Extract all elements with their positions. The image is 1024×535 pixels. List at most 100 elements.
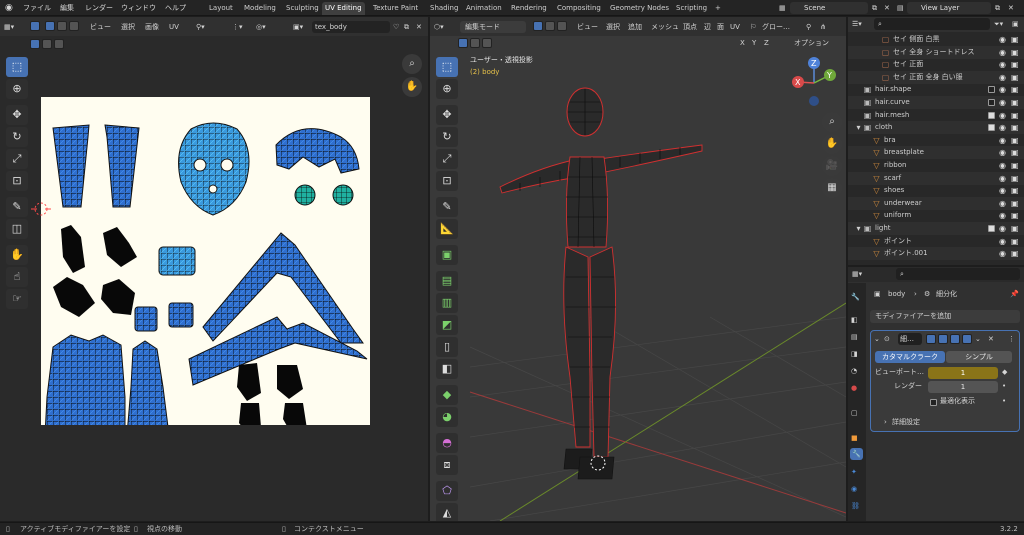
delete-view-layer-icon[interactable]: ✕ — [1008, 3, 1014, 14]
cage-toggle-icon[interactable] — [938, 334, 948, 344]
visibility-eye-icon[interactable]: ◉ — [999, 35, 1008, 44]
uv-texture-canvas[interactable] — [41, 97, 370, 425]
keyframe-dot-icon-2[interactable]: • — [1002, 395, 1006, 407]
edit-mode-toggle-icon[interactable] — [926, 334, 936, 344]
view-layer-tab-icon[interactable]: ◨ — [851, 348, 858, 360]
annotate-tool-icon[interactable]: ✎ — [6, 197, 28, 217]
render-camera-icon[interactable]: ▣ — [1011, 186, 1020, 195]
advanced-expand-icon[interactable]: › — [884, 416, 887, 428]
viewport-toggle-icon[interactable] — [950, 334, 960, 344]
render-camera-icon[interactable]: ▣ — [1011, 224, 1020, 233]
edge-select-icon[interactable] — [57, 21, 67, 31]
render-camera-icon[interactable]: ▣ — [1011, 60, 1020, 69]
pivot-icon[interactable]: ⚲▾ — [196, 21, 205, 33]
advanced-label[interactable]: 詳細設定 — [892, 416, 920, 428]
outliner-row[interactable]: ▢ セイ 正面 全身 白い服 ◉ ▣ — [848, 70, 1024, 84]
keyframe-icon[interactable]: ◆ — [1002, 366, 1007, 378]
menu-file[interactable]: ファイル — [23, 3, 51, 14]
outliner-row[interactable]: ▣ hair.shape ◉ ▣ — [848, 83, 1024, 96]
menu-render[interactable]: レンダー — [85, 3, 113, 14]
viewport-levels-field[interactable]: 1 — [928, 367, 998, 379]
face-select-icon[interactable] — [69, 21, 79, 31]
tab-texture-paint[interactable]: Texture Paint — [370, 2, 421, 15]
render-camera-icon[interactable]: ▣ — [1011, 85, 1020, 94]
render-camera-icon[interactable]: ▣ — [1011, 161, 1020, 170]
outliner-row[interactable]: ▾ ▣ cloth ◉ ▣ — [848, 121, 1024, 135]
outliner-row[interactable]: ▽ scarf ◉ ▣ — [848, 171, 1024, 185]
pan-hand-icon[interactable]: ✋ — [402, 77, 422, 97]
render-camera-icon[interactable]: ▣ — [1011, 136, 1020, 145]
outliner-row[interactable]: ▣ hair.curve ◉ ▣ — [848, 96, 1024, 109]
include-checkbox[interactable] — [988, 124, 995, 132]
view-layer-icon[interactable]: ▤ — [897, 3, 904, 14]
modifier-menu-icon[interactable]: ⌄ — [975, 333, 981, 345]
keyframe-dot-icon[interactable]: • — [1002, 380, 1006, 392]
render-camera-icon[interactable]: ▣ — [1011, 211, 1020, 220]
outliner-search-field[interactable]: ⌕ — [874, 18, 990, 30]
visibility-eye-icon[interactable]: ◉ — [999, 211, 1008, 220]
image-name-field[interactable]: tex_body — [312, 21, 390, 33]
cursor-tool-icon[interactable]: ⊕ — [6, 79, 28, 99]
outliner-row[interactable]: ▢ セイ 正面 ◉ ▣ — [848, 58, 1024, 71]
outliner-row[interactable]: ▽ underwear ◉ ▣ — [848, 196, 1024, 210]
visibility-eye-icon[interactable]: ◉ — [999, 85, 1008, 94]
render-camera-icon[interactable]: ▣ — [1011, 48, 1020, 57]
menu-window[interactable]: ウィンドウ — [121, 3, 156, 14]
uv-menu-uv[interactable]: UV — [169, 21, 179, 33]
view-layer-field[interactable]: View Layer — [907, 2, 991, 14]
tab-geometry-nodes[interactable]: Geometry Nodes — [607, 2, 672, 15]
include-checkbox[interactable] — [988, 225, 995, 232]
pinch-tool-icon[interactable]: ☞ — [6, 289, 28, 309]
outliner-row[interactable]: ▽ ポイント ◉ ▣ — [848, 235, 1024, 248]
viewport-scene[interactable] — [430, 17, 846, 521]
tab-shading[interactable]: Shading — [427, 2, 461, 15]
render-camera-icon[interactable]: ▣ — [1011, 111, 1020, 120]
sync-selection-icon[interactable] — [30, 21, 40, 31]
outliner-row[interactable]: ▽ ポイント.001 ◉ ▣ — [848, 247, 1024, 261]
visibility-eye-icon[interactable]: ◉ — [999, 123, 1008, 132]
tool-tab-icon[interactable]: 🔧 — [851, 291, 860, 303]
uv-sub-select3-icon[interactable] — [54, 39, 64, 49]
tab-compositing[interactable]: Compositing — [554, 2, 604, 15]
scene-tab-icon[interactable]: ◔ — [851, 365, 857, 377]
modifier-tab-icon[interactable]: 🔧 — [850, 448, 863, 460]
tab-simple[interactable]: シンプル — [946, 351, 1012, 363]
transform-tool-icon[interactable]: ⊡ — [6, 171, 28, 191]
include-checkbox[interactable] — [988, 86, 995, 94]
outliner-row[interactable]: ▽ uniform ◉ ▣ — [848, 209, 1024, 222]
outliner-row[interactable]: ▢ セイ 側面 白黒 ◉ ▣ — [848, 33, 1024, 46]
visibility-eye-icon[interactable]: ◉ — [999, 161, 1008, 170]
visibility-eye-icon[interactable]: ◉ — [999, 48, 1008, 57]
tab-catmull-clark[interactable]: カタマルクラーク — [875, 351, 945, 363]
properties-search-field[interactable]: ⌕ — [896, 268, 1020, 280]
object-tab-icon[interactable]: ■ — [851, 432, 858, 444]
render-camera-icon[interactable]: ▣ — [1011, 35, 1020, 44]
filter-icon[interactable]: ⏷▾ — [994, 18, 1003, 30]
rotate-tool-icon[interactable]: ↻ — [6, 127, 28, 147]
outliner-row[interactable]: ▣ hair.mesh ◉ ▣ — [848, 109, 1024, 122]
output-tab-icon[interactable]: ▤ — [851, 331, 858, 343]
new-collection-icon[interactable]: ▣ — [1012, 18, 1019, 30]
tab-uv-editing[interactable]: UV Editing — [322, 2, 365, 15]
outliner-row[interactable]: ▽ shoes ◉ ▣ — [848, 184, 1024, 197]
render-camera-icon[interactable]: ▣ — [1011, 73, 1020, 82]
tab-scripting[interactable]: Scripting — [673, 2, 710, 15]
expand-arrow-icon[interactable]: ▾ — [854, 224, 863, 233]
grab-tool-icon[interactable]: ✋ — [6, 245, 28, 265]
proportional-icon[interactable]: ◎▾ — [256, 21, 266, 33]
tab-sculpting[interactable]: Sculpting — [283, 2, 322, 15]
outliner-row[interactable]: ▽ bra ◉ ▣ — [848, 134, 1024, 147]
visibility-eye-icon[interactable]: ◉ — [999, 224, 1008, 233]
render-camera-icon[interactable]: ▣ — [1011, 98, 1020, 107]
visibility-eye-icon[interactable]: ◉ — [999, 174, 1008, 183]
render-camera-icon[interactable]: ▣ — [1011, 237, 1020, 246]
remove-modifier-icon[interactable]: ✕ — [988, 333, 994, 345]
tab-layout[interactable]: Layout — [206, 2, 236, 15]
render-camera-icon[interactable]: ▣ — [1011, 249, 1020, 258]
scene-icon[interactable]: ▦ — [779, 3, 786, 14]
visibility-eye-icon[interactable]: ◉ — [999, 186, 1008, 195]
rip-tool-icon[interactable]: ◫ — [6, 219, 28, 239]
vertex-select-icon[interactable] — [45, 21, 55, 31]
render-camera-icon[interactable]: ▣ — [1011, 174, 1020, 183]
outliner-type-icon[interactable]: ☰▾ — [852, 18, 862, 30]
